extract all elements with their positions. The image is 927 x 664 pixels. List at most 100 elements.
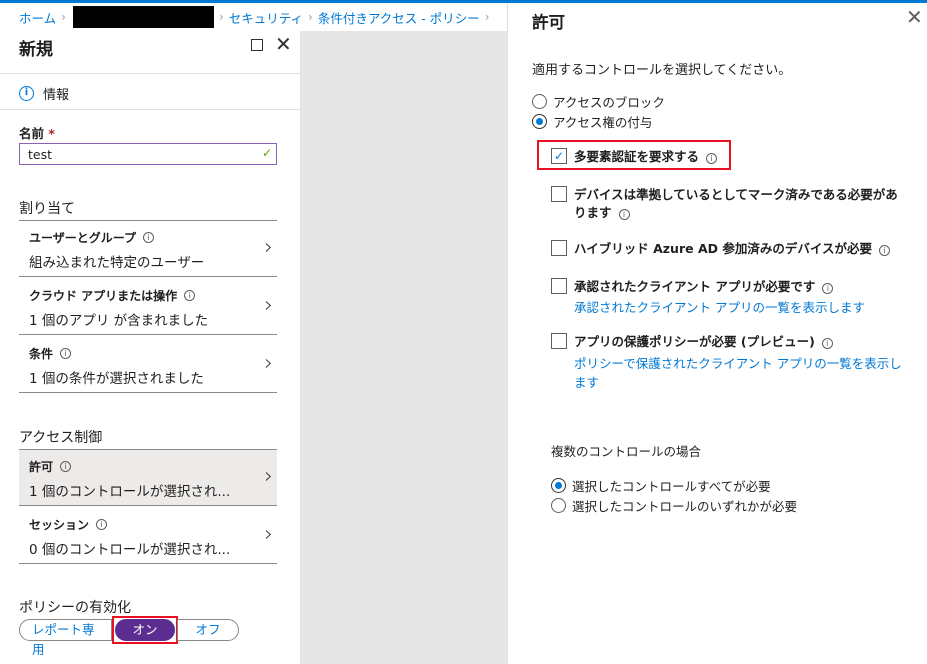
nav-cloud-apps[interactable]: クラウド アプリまたは操作 i 1 個のアプリ が含まれました ›	[19, 279, 277, 335]
info-icon[interactable]: i	[878, 245, 890, 256]
close-icon[interactable]: ✕	[275, 33, 292, 55]
on-highlight-box: オン	[112, 616, 178, 644]
maximize-icon[interactable]	[251, 39, 263, 51]
nav-value: 1 個のコントロールが選択され...	[29, 484, 231, 500]
radio-label: アクセス権の付与	[553, 115, 653, 130]
approved-apps-link[interactable]: 承認されたクライアント アプリの一覧を表示します	[574, 298, 909, 317]
divider	[0, 109, 301, 110]
chevron-right-icon: ›	[264, 351, 273, 376]
radio-require-one[interactable]: 選択したコントロールのいずれかが必要	[551, 496, 797, 515]
background-overlay	[301, 31, 507, 664]
info-icon[interactable]: i	[60, 348, 72, 359]
check-approved-client-app[interactable]: 承認されたクライアント アプリが必要です i 承認されたクライアント アプリの一覧…	[551, 278, 911, 320]
checkbox-checked-icon: ✓	[551, 148, 567, 164]
breadcrumb: ホーム › › セキュリティ › 条件付きアクセス - ポリシー ›	[0, 3, 507, 31]
radio-selected-icon	[532, 114, 547, 129]
breadcrumb-separator-icon: ›	[308, 10, 313, 24]
checkbox-icon	[551, 278, 567, 294]
toggle-on[interactable]: オン	[115, 619, 175, 641]
check-label: 承認されたクライアント アプリが必要です i	[574, 278, 909, 296]
multiple-controls-header: 複数のコントロールの場合	[551, 444, 702, 459]
info-icon[interactable]: i	[96, 519, 108, 530]
breadcrumb-home[interactable]: ホーム	[19, 8, 56, 27]
nav-value: 0 個のコントロールが選択され...	[29, 542, 231, 558]
radio-icon	[532, 94, 547, 109]
divider	[0, 73, 301, 74]
check-hybrid-azure-ad[interactable]: ハイブリッド Azure AD 参加済みのデバイスが必要 i	[551, 240, 911, 262]
grant-blade: 許可 ✕ 適用するコントロールを選択してください。 アクセスのブロック アクセス…	[507, 3, 927, 664]
radio-selected-icon	[551, 478, 566, 493]
name-label: 名前 *	[19, 123, 55, 142]
nav-value: 1 個の条件が選択されました	[29, 371, 204, 387]
info-icon[interactable]: i	[143, 232, 155, 243]
check-require-mfa[interactable]: ✓ 多要素認証を要求する i	[551, 148, 911, 170]
nav-users-and-groups[interactable]: ユーザーとグループ i 組み込まれた特定のユーザー ›	[19, 221, 277, 277]
assignments-header: 割り当て	[19, 201, 75, 217]
radio-require-all[interactable]: 選択したコントロールすべてが必要	[551, 476, 771, 495]
checkbox-icon	[551, 240, 567, 256]
info-button[interactable]: i 情報	[19, 84, 69, 103]
nav-session[interactable]: セッション i 0 個のコントロールが選択され... ›	[19, 508, 277, 564]
nav-grant[interactable]: 許可 i 1 個のコントロールが選択され... ›	[19, 450, 277, 506]
nav-value: 1 個のアプリ が含まれました	[29, 313, 209, 329]
radio-icon	[551, 498, 566, 513]
breadcrumb-separator-icon: ›	[484, 10, 490, 24]
breadcrumb-separator-icon: ›	[61, 10, 66, 24]
radio-block-access[interactable]: アクセスのブロック	[532, 92, 665, 111]
chevron-right-icon: ›	[264, 464, 273, 489]
check-label: ハイブリッド Azure AD 参加済みのデバイスが必要 i	[574, 240, 909, 258]
radio-label: 選択したコントロールのいずれかが必要	[572, 499, 798, 514]
breadcrumb-separator-icon: ›	[218, 10, 224, 24]
info-icon: i	[19, 86, 34, 101]
info-icon[interactable]: i	[706, 153, 718, 164]
info-icon[interactable]: i	[60, 461, 72, 472]
required-mark: *	[48, 126, 55, 141]
breadcrumb-security[interactable]: セキュリティ	[229, 8, 303, 27]
check-label-text: 多要素認証を要求する	[574, 149, 700, 164]
name-input[interactable]	[19, 143, 277, 165]
check-label-text: アプリの保護ポリシーが必要 (プレビュー)	[574, 334, 815, 349]
check-label: デバイスは準拠しているとしてマーク済みである必要があります i	[574, 186, 909, 222]
access-control-header: アクセス制御	[19, 430, 103, 446]
nav-label: セッション i	[29, 516, 108, 533]
nav-label-text: セッション	[29, 518, 90, 532]
check-compliant-device[interactable]: デバイスは準拠しているとしてマーク済みである必要があります i	[551, 186, 911, 226]
instruction-text: 適用するコントロールを選択してください。	[532, 63, 792, 78]
protected-apps-link[interactable]: ポリシーで保護されたクライアント アプリの一覧を表示します	[574, 354, 909, 392]
toggle-off[interactable]: オフ	[177, 619, 239, 641]
radio-label: 選択したコントロールすべてが必要	[572, 479, 771, 494]
nav-value: 組み込まれた特定のユーザー	[29, 255, 205, 271]
grant-title: 許可	[532, 13, 565, 32]
check-app-protection-policy[interactable]: アプリの保護ポリシーが必要 (プレビュー) i ポリシーで保護されたクライアント …	[551, 333, 911, 395]
chevron-right-icon: ›	[264, 235, 273, 260]
blade-title: 新規	[19, 40, 53, 60]
nav-label-text: クラウド アプリまたは操作	[29, 289, 178, 303]
valid-check-icon: ✓	[262, 146, 273, 160]
info-icon[interactable]: i	[618, 209, 630, 220]
toggle-report-only[interactable]: レポート専用	[19, 619, 112, 657]
breadcrumb-policy[interactable]: 条件付きアクセス - ポリシー	[318, 8, 480, 27]
nav-label: ユーザーとグループ i	[29, 229, 155, 246]
radio-grant-access[interactable]: アクセス権の付与	[532, 112, 652, 131]
redacted-breadcrumb	[72, 6, 214, 28]
close-icon[interactable]: ✕	[906, 5, 923, 29]
radio-label: アクセスのブロック	[553, 95, 665, 110]
info-icon[interactable]: i	[821, 338, 833, 349]
new-policy-blade: 新規 ✕ i 情報 名前 * ✓ 割り当て ユーザーとグループ i 組み込まれた特…	[0, 31, 301, 664]
checkbox-icon	[551, 186, 567, 202]
nav-conditions[interactable]: 条件 i 1 個の条件が選択されました ›	[19, 337, 277, 393]
info-icon[interactable]: i	[822, 283, 834, 294]
chevron-right-icon: ›	[264, 522, 273, 547]
check-label-text: 承認されたクライアント アプリが必要です	[574, 279, 816, 294]
check-label: 多要素認証を要求する i	[574, 148, 909, 166]
info-icon[interactable]: i	[184, 290, 196, 301]
checkbox-icon	[551, 333, 567, 349]
chevron-right-icon: ›	[264, 293, 273, 318]
check-label: アプリの保護ポリシーが必要 (プレビュー) i	[574, 333, 909, 351]
nav-label-text: ユーザーとグループ	[29, 231, 137, 245]
enable-policy-toggle: レポート専用 オン オフ	[19, 616, 239, 657]
name-label-text: 名前	[19, 126, 45, 141]
nav-label-text: 条件	[29, 347, 54, 361]
enable-policy-header: ポリシーの有効化	[19, 600, 131, 616]
nav-label: 条件 i	[29, 345, 72, 362]
